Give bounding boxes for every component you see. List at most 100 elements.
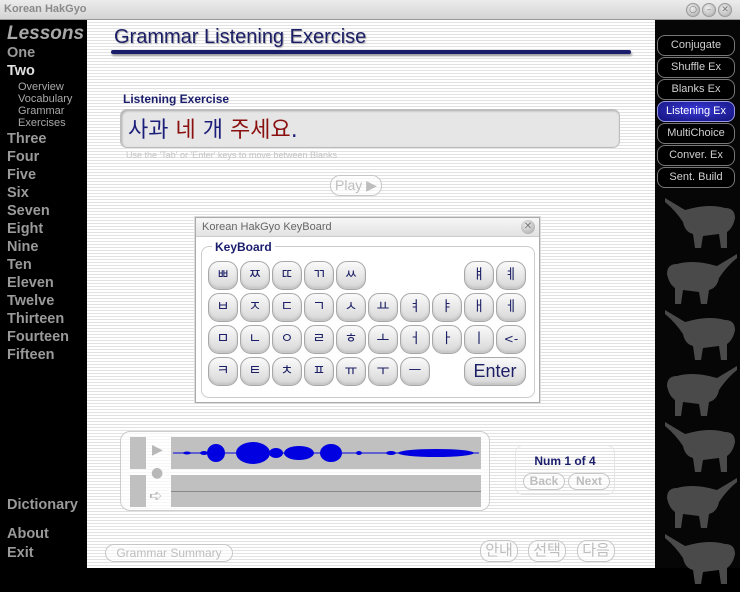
key[interactable]: ㅆ: [336, 261, 366, 290]
lesson-nine[interactable]: Nine: [7, 239, 38, 255]
keyboard-close-icon[interactable]: ✕: [521, 220, 535, 234]
next-button[interactable]: Next: [568, 473, 610, 490]
title-divider: [111, 50, 631, 54]
lesson-twelve[interactable]: Twelve: [7, 293, 54, 309]
key[interactable]: ㅈ: [240, 293, 270, 322]
sub-grammar[interactable]: Grammar: [18, 105, 64, 117]
lesson-fourteen[interactable]: Fourteen: [7, 329, 69, 345]
key[interactable]: ㅜ: [368, 357, 398, 386]
key[interactable]: ㅐ: [464, 293, 494, 322]
close-icon[interactable]: ✕: [718, 3, 732, 17]
lesson-seven[interactable]: Seven: [7, 203, 50, 219]
lesson-three[interactable]: Three: [7, 131, 47, 147]
leopard-icon: [663, 528, 739, 588]
keyboard-group-label: KeyBoard: [212, 240, 275, 254]
window-title: Korean HakGyo: [4, 3, 87, 15]
key[interactable]: ㅊ: [272, 357, 302, 386]
key[interactable]: ㅂ: [208, 293, 238, 322]
key[interactable]: ㅡ: [400, 357, 430, 386]
answer-blank[interactable]: 네: [175, 118, 195, 143]
lesson-thirteen[interactable]: Thirteen: [7, 311, 64, 327]
lesson-ten[interactable]: Ten: [7, 257, 32, 273]
lessons-header: Lessons: [7, 23, 85, 44]
key[interactable]: ㅑ: [432, 293, 462, 322]
key[interactable]: ㅒ: [464, 261, 494, 290]
next-page-button[interactable]: 다음: [577, 540, 615, 562]
about-link[interactable]: About: [7, 526, 49, 542]
key[interactable]: ㅖ: [496, 261, 526, 290]
play-button[interactable]: Play ▶: [330, 175, 382, 196]
sub-exercises[interactable]: Exercises: [18, 117, 66, 129]
recording-track: [171, 475, 481, 507]
question-navigator: Num 1 of 4 Back Next: [515, 445, 615, 495]
key[interactable]: ㅣ: [464, 325, 494, 354]
answer-blank[interactable]: 주세요: [230, 118, 291, 143]
leopard-icon: [663, 192, 739, 252]
menu-blanks[interactable]: Blanks Ex: [657, 79, 735, 100]
key[interactable]: ㅍ: [304, 357, 334, 386]
select-button[interactable]: 선택: [528, 540, 566, 562]
key[interactable]: ㅉ: [240, 261, 270, 290]
lesson-two[interactable]: Two: [7, 63, 35, 79]
answer-field[interactable]: 사과 네 개 주세요.: [120, 109, 620, 148]
key[interactable]: ㅕ: [400, 293, 430, 322]
key[interactable]: ㄱ: [304, 293, 334, 322]
key[interactable]: ㅇ: [272, 325, 302, 354]
lesson-one[interactable]: One: [7, 45, 35, 61]
backspace-key[interactable]: <-: [496, 325, 526, 354]
waveform-track: [171, 437, 481, 469]
key[interactable]: ㅋ: [208, 357, 238, 386]
key[interactable]: ㄷ: [272, 293, 302, 322]
enter-key[interactable]: Enter: [464, 357, 526, 386]
key[interactable]: ㅃ: [208, 261, 238, 290]
exit-link[interactable]: Exit: [7, 545, 34, 561]
key[interactable]: ㄲ: [304, 261, 334, 290]
key[interactable]: ㄴ: [240, 325, 270, 354]
guide-button[interactable]: 안내: [480, 540, 518, 562]
keyboard-title-bar[interactable]: Korean HakGyo KeyBoard ✕: [196, 218, 539, 237]
menu-listening[interactable]: Listening Ex: [657, 101, 735, 122]
lesson-fifteen[interactable]: Fifteen: [7, 347, 55, 363]
menu-conversation[interactable]: Conver. Ex: [657, 145, 735, 166]
key[interactable]: ㄸ: [272, 261, 302, 290]
key[interactable]: ㅓ: [400, 325, 430, 354]
key[interactable]: ㅅ: [336, 293, 366, 322]
leopard-icon: [663, 248, 739, 308]
play-audio-icon[interactable]: ▶: [152, 442, 163, 458]
keyboard-title: Korean HakGyo KeyBoard: [202, 221, 332, 233]
minimize-icon[interactable]: –: [702, 3, 716, 17]
lesson-eight[interactable]: Eight: [7, 221, 43, 237]
sub-overview[interactable]: Overview: [18, 81, 64, 93]
key[interactable]: ㅔ: [496, 293, 526, 322]
restore-icon[interactable]: ○: [686, 3, 700, 17]
lesson-four[interactable]: Four: [7, 149, 39, 165]
key[interactable]: ㅁ: [208, 325, 238, 354]
record-icon[interactable]: ●: [151, 465, 163, 481]
lesson-five[interactable]: Five: [7, 167, 36, 183]
key[interactable]: ㅛ: [368, 293, 398, 322]
grammar-summary-button[interactable]: Grammar Summary: [105, 544, 233, 562]
lesson-six[interactable]: Six: [7, 185, 29, 201]
key[interactable]: ㅏ: [432, 325, 462, 354]
menu-conjugate[interactable]: Conjugate: [657, 35, 735, 56]
dictionary-link[interactable]: Dictionary: [7, 497, 78, 513]
key[interactable]: ㅎ: [336, 325, 366, 354]
lesson-eleven[interactable]: Eleven: [7, 275, 54, 291]
keyboard-window: Korean HakGyo KeyBoard ✕ KeyBoard ㅃ ㅉ ㄸ …: [195, 217, 540, 403]
recording-baseline: [171, 491, 481, 492]
key[interactable]: ㅌ: [240, 357, 270, 386]
menu-multichoice[interactable]: MultiChoice: [657, 123, 735, 144]
waveform: [173, 442, 479, 464]
menu-shuffle[interactable]: Shuffle Ex: [657, 57, 735, 78]
back-button[interactable]: Back: [523, 473, 565, 490]
key[interactable]: ㄹ: [304, 325, 334, 354]
sub-vocabulary[interactable]: Vocabulary: [18, 93, 72, 105]
exercise-menu: Conjugate Shuffle Ex Blanks Ex Listening…: [655, 20, 740, 584]
answer-period: .: [290, 118, 298, 143]
menu-sentence-build[interactable]: Sent. Build: [657, 167, 735, 188]
leopard-icon: [663, 304, 739, 364]
key[interactable]: ㅗ: [368, 325, 398, 354]
playback-recording-icon[interactable]: ➪: [149, 486, 162, 505]
key[interactable]: ㅠ: [336, 357, 366, 386]
track-handle: [130, 475, 146, 507]
